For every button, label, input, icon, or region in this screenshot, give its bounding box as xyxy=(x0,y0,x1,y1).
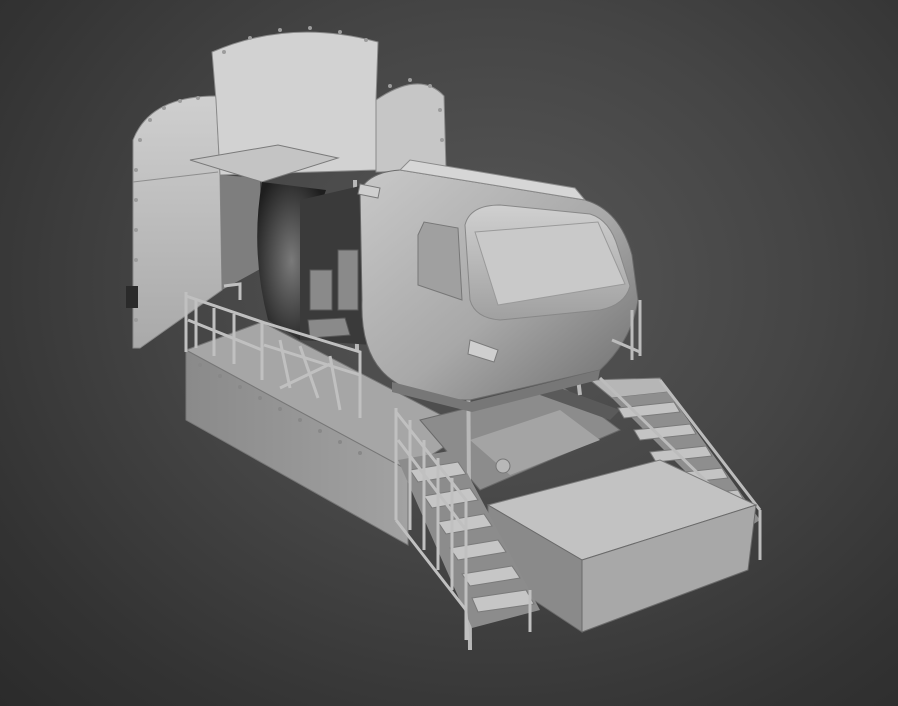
simulator-ride-render xyxy=(126,26,762,651)
3d-viewport[interactable] xyxy=(0,0,898,706)
